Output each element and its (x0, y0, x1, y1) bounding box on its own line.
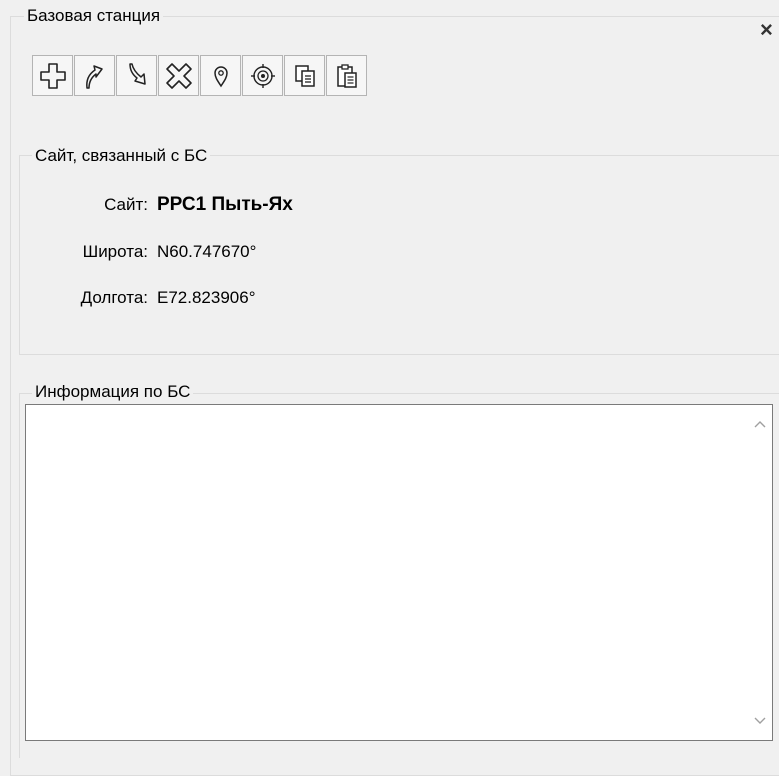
site-value: РРС1 Пыть-Ях (157, 194, 293, 215)
x-outline-icon (165, 62, 192, 89)
info-textarea[interactable] (25, 404, 773, 741)
copy-icon (294, 64, 315, 87)
latitude-row: Широта: N60.747670° (35, 240, 257, 264)
latitude-label: Широта: (82, 242, 148, 261)
copy-button[interactable] (284, 55, 325, 96)
curved-arrow-up-icon (85, 64, 103, 89)
info-group-title: Информация по БС (32, 382, 194, 402)
locate-button[interactable] (200, 55, 241, 96)
scroll-up-icon[interactable] (753, 419, 767, 429)
move-down-button[interactable] (116, 55, 157, 96)
paste-button[interactable] (326, 55, 367, 96)
paste-icon (336, 63, 357, 88)
target-button[interactable] (242, 55, 283, 96)
longitude-label: Долгота: (80, 288, 148, 307)
base-station-title: Базовая станция (24, 6, 164, 26)
delete-button[interactable] (158, 55, 199, 96)
site-label: Сайт: (104, 195, 148, 214)
plus-outline-icon (39, 62, 66, 89)
longitude-value: E72.823906° (157, 288, 256, 307)
add-button[interactable] (32, 55, 73, 96)
map-pin-icon (213, 65, 228, 87)
curved-arrow-down-icon (128, 62, 146, 85)
latitude-value: N60.747670° (157, 242, 257, 261)
move-up-button[interactable] (74, 55, 115, 96)
close-icon[interactable]: × (760, 18, 773, 42)
toolbar (32, 55, 368, 98)
vertical-scrollbar[interactable] (748, 405, 772, 740)
target-icon (250, 63, 275, 88)
site-row: Сайт: РРС1 Пыть-Ях (35, 193, 293, 217)
longitude-row: Долгота: E72.823906° (35, 286, 256, 310)
scroll-down-icon[interactable] (753, 716, 767, 726)
site-group-title: Сайт, связанный с БС (32, 146, 211, 166)
